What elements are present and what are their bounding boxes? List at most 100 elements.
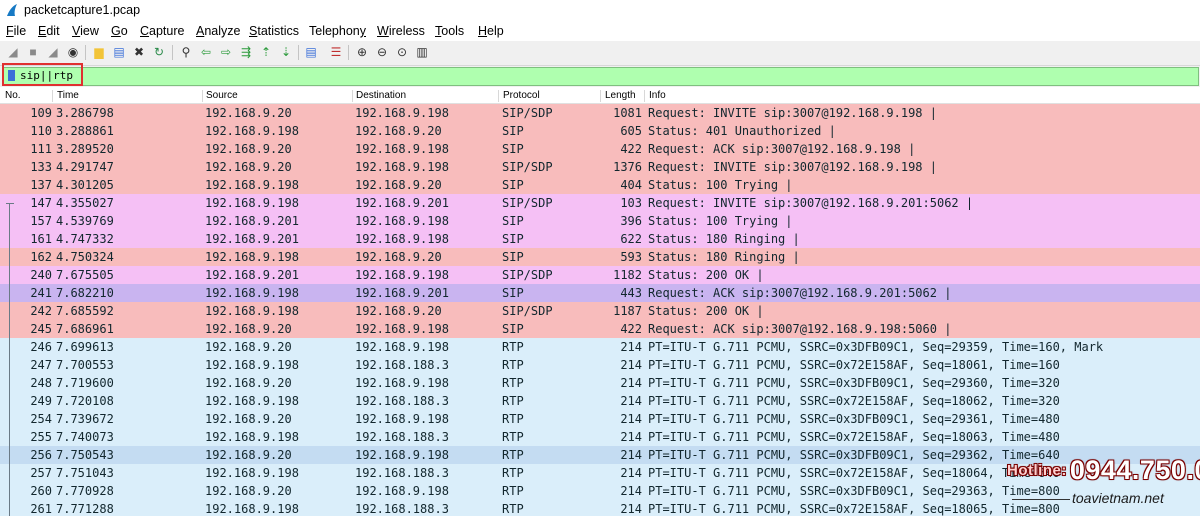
menu-file[interactable]: File [6, 24, 26, 38]
go-to-packet-icon[interactable]: ⇶ [238, 44, 254, 60]
packet-time: 7.699613 [56, 340, 114, 354]
reload-file-icon[interactable]: ↻ [151, 44, 167, 60]
packet-len: 422 [620, 142, 642, 156]
packet-info: PT=ITU-T G.711 PCMU, SSRC=0x72E158AF, Se… [648, 502, 1060, 516]
packet-row[interactable]: 110 3.288861 192.168.9.198 192.168.9.20 SIP 6… [0, 122, 1200, 140]
menu-go[interactable]: Go [111, 24, 128, 38]
packet-src: 192.168.9.20 [205, 448, 292, 462]
menu-help[interactable]: Help [478, 24, 504, 38]
packet-row[interactable]: 133 4.291747 192.168.9.20 192.168.9.198 SIP/… [0, 158, 1200, 176]
packet-len: 214 [620, 394, 642, 408]
packet-no: 133 [30, 160, 52, 174]
packet-len: 214 [620, 412, 642, 426]
packet-src: 192.168.9.198 [205, 394, 299, 408]
menu-tools[interactable]: Tools [435, 24, 464, 38]
packet-row[interactable]: 240 7.675505 192.168.9.201 192.168.9.198 SIP… [0, 266, 1200, 284]
capture-options-icon[interactable]: ◉ [65, 44, 81, 60]
menu-analyze[interactable]: Analyze [196, 24, 240, 38]
column-separator[interactable] [52, 90, 53, 102]
packet-info: Status: 401 Unauthorized | [648, 124, 836, 138]
packet-proto: RTP [502, 358, 524, 372]
auto-scroll-icon[interactable]: ▤ [303, 44, 319, 60]
packet-row[interactable]: 161 4.747332 192.168.9.201 192.168.9.198 SIP… [0, 230, 1200, 248]
packet-dst: 192.168.9.198 [355, 160, 449, 174]
packet-info: Status: 200 OK | [648, 268, 764, 282]
menu-wireless[interactable]: Wireless [377, 24, 425, 38]
column-header-no[interactable]: No. [5, 90, 21, 101]
menu-telephony[interactable]: Telephony [309, 24, 366, 38]
column-separator[interactable] [600, 90, 601, 102]
packet-dst: 192.168.188.3 [355, 358, 449, 372]
column-separator[interactable] [644, 90, 645, 102]
packet-row[interactable]: 241 7.682210 192.168.9.198 192.168.9.201 SIP… [0, 284, 1200, 302]
menu-view[interactable]: View [72, 24, 99, 38]
packet-row[interactable]: 245 7.686961 192.168.9.20 192.168.9.198 SIP 4… [0, 320, 1200, 338]
packet-dst: 192.168.9.201 [355, 196, 449, 210]
first-packet-icon[interactable]: ⇡ [258, 44, 274, 60]
normal-size-icon[interactable]: ⊙ [394, 44, 410, 60]
column-separator[interactable] [498, 90, 499, 102]
colorize-icon[interactable]: ☰ [328, 44, 344, 60]
packet-info: Status: 100 Trying | [648, 178, 793, 192]
column-header-time[interactable]: Time [57, 90, 79, 101]
column-header-destination[interactable]: Destination [356, 90, 406, 101]
packet-no: 242 [30, 304, 52, 318]
packet-info: Request: ACK sip:3007@192.168.9.198:5060… [648, 322, 952, 336]
packet-row[interactable]: 162 4.750324 192.168.9.198 192.168.9.20 SIP 5… [0, 248, 1200, 266]
menu-statistics[interactable]: Statistics [249, 24, 299, 38]
stop-capture-icon[interactable]: ■ [25, 44, 41, 60]
packet-row[interactable]: 109 3.286798 192.168.9.20 192.168.9.198 SIP/… [0, 104, 1200, 122]
save-file-icon[interactable]: ▤ [111, 44, 127, 60]
packet-row[interactable]: 137 4.301205 192.168.9.198 192.168.9.20 SIP 4… [0, 176, 1200, 194]
packet-info: PT=ITU-T G.711 PCMU, SSRC=0x72E158AF, Se… [648, 466, 1060, 480]
packet-src: 192.168.9.198 [205, 286, 299, 300]
packet-no: 246 [30, 340, 52, 354]
column-header-source[interactable]: Source [206, 90, 238, 101]
packet-len: 593 [620, 250, 642, 264]
go-back-icon[interactable]: ⇦ [198, 44, 214, 60]
packet-row[interactable]: 255 7.740073 192.168.9.198 192.168.188.3 RTP… [0, 428, 1200, 446]
packet-src: 192.168.9.201 [205, 214, 299, 228]
packet-row[interactable]: 261 7.771288 192.168.9.198 192.168.188.3 RTP… [0, 500, 1200, 516]
resize-columns-icon[interactable]: ▥ [414, 44, 430, 60]
packet-row[interactable]: 111 3.289520 192.168.9.20 192.168.9.198 SIP 4… [0, 140, 1200, 158]
packet-dst: 192.168.188.3 [355, 430, 449, 444]
zoom-out-icon[interactable]: ⊖ [374, 44, 390, 60]
packet-time: 3.286798 [56, 106, 114, 120]
packet-dst: 192.168.188.3 [355, 466, 449, 480]
column-header-protocol[interactable]: Protocol [503, 90, 540, 101]
packet-row[interactable]: 254 7.739672 192.168.9.20 192.168.9.198 RTP 2… [0, 410, 1200, 428]
packet-row[interactable]: 249 7.720108 192.168.9.198 192.168.188.3 RTP… [0, 392, 1200, 410]
find-packet-icon[interactable]: ⚲ [178, 44, 194, 60]
column-header-length[interactable]: Length [605, 90, 636, 101]
packet-row[interactable]: 242 7.685592 192.168.9.198 192.168.9.20 SIP/… [0, 302, 1200, 320]
packet-proto: SIP [502, 232, 524, 246]
restart-capture-icon[interactable]: ◢ [45, 44, 61, 60]
menu-edit[interactable]: Edit [38, 24, 60, 38]
packet-proto: RTP [502, 484, 524, 498]
packet-info: Request: INVITE sip:3007@192.168.9.198 | [648, 106, 937, 120]
close-file-icon[interactable]: ✖ [131, 44, 147, 60]
go-forward-icon[interactable]: ⇨ [218, 44, 234, 60]
packet-src: 192.168.9.201 [205, 268, 299, 282]
website-watermark: toavietnam.net [1072, 490, 1164, 506]
packet-dst: 192.168.9.20 [355, 304, 442, 318]
column-separator[interactable] [352, 90, 353, 102]
packet-row[interactable]: 157 4.539769 192.168.9.201 192.168.9.198 SIP… [0, 212, 1200, 230]
packet-time: 4.291747 [56, 160, 114, 174]
column-header-info[interactable]: Info [649, 90, 666, 101]
packet-row[interactable]: 147 4.355027 192.168.9.198 192.168.9.201 SIP… [0, 194, 1200, 212]
column-separator[interactable] [202, 90, 203, 102]
packet-row[interactable]: 248 7.719600 192.168.9.20 192.168.9.198 RTP 2… [0, 374, 1200, 392]
display-filter-input[interactable]: sip||rtp [3, 67, 1199, 86]
start-capture-icon[interactable]: ◢ [5, 44, 21, 60]
zoom-in-icon[interactable]: ⊕ [354, 44, 370, 60]
menu-bar: File Edit View Go Capture Analyze Statistics Te… [0, 22, 1200, 41]
menu-capture[interactable]: Capture [140, 24, 184, 38]
last-packet-icon[interactable]: ⇣ [278, 44, 294, 60]
open-file-icon[interactable]: ▆ [91, 44, 107, 60]
packet-row[interactable]: 246 7.699613 192.168.9.20 192.168.9.198 RTP 2… [0, 338, 1200, 356]
packet-row[interactable]: 247 7.700553 192.168.9.198 192.168.188.3 RTP… [0, 356, 1200, 374]
wireshark-logo-icon [7, 4, 17, 16]
packet-dst: 192.168.9.198 [355, 268, 449, 282]
